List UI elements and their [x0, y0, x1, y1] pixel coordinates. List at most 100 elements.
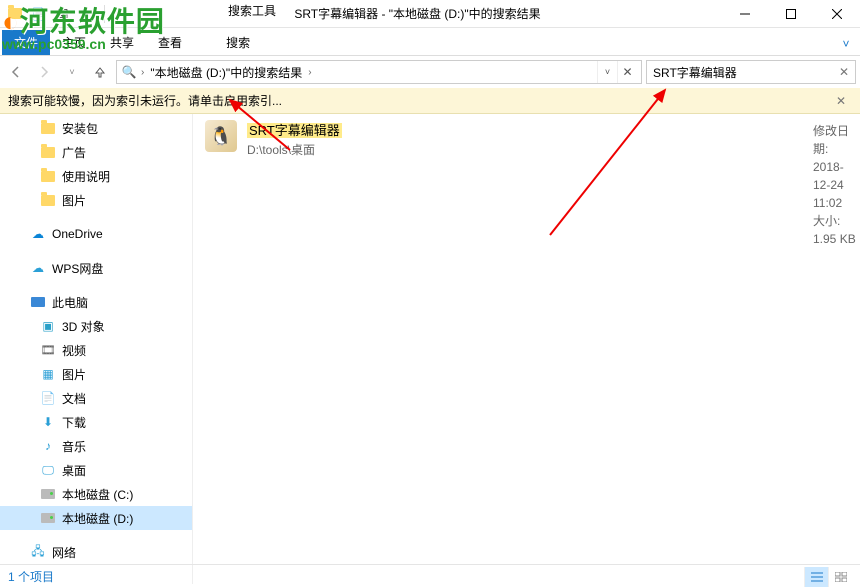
tree-item-label: 文档 [62, 390, 86, 407]
tree-item[interactable]: 使用说明 [0, 164, 192, 188]
tree-item[interactable]: ▦ 图片 [0, 362, 192, 386]
ribbon-expand-icon[interactable]: ˅ [832, 37, 860, 55]
tree-item[interactable]: ♪ 音乐 [0, 434, 192, 458]
tree-item-label: 3D 对象 [62, 318, 105, 335]
content-area[interactable]: 🐧 SRT字幕编辑器 D:\tools\桌面 修改日期: 2018-12-24 … [193, 114, 860, 584]
result-path: D:\tools\桌面 [247, 141, 342, 158]
explorer-icon[interactable] [4, 3, 26, 25]
tree-item-label: 本地磁盘 (D:) [62, 510, 133, 527]
nav-forward-button[interactable] [32, 60, 56, 84]
tree-item[interactable]: ⬇ 下载 [0, 410, 192, 434]
window-controls [722, 0, 860, 28]
tree-item-label: 下载 [62, 414, 86, 431]
tree-item-icon [40, 192, 56, 208]
tree-item[interactable]: ☁ WPS网盘 [0, 256, 192, 280]
size-value: 1.95 KB [813, 232, 856, 246]
tree-item[interactable]: ☁ OneDrive [0, 222, 192, 246]
tab-view[interactable]: 查看 [146, 30, 194, 55]
tree-item-icon [30, 294, 46, 310]
tree-item-label: 本地磁盘 (C:) [62, 486, 133, 503]
qat-properties-icon[interactable]: 📄 [28, 3, 50, 25]
tree-item[interactable]: 图片 [0, 188, 192, 212]
title-bar: 📄 ☑ ▾ 搜索工具 SRT字幕编辑器 - "本地磁盘 (D:)"中的搜索结果 [0, 0, 860, 28]
search-text: SRT字幕编辑器 [653, 64, 839, 81]
tree-item-label: 网络 [52, 544, 76, 561]
tree-item-icon: ♪ [40, 438, 56, 454]
ribbon-tabs: 文件 主页 共享 查看 搜索 ˅ [0, 28, 860, 56]
tree-item-label: 音乐 [62, 438, 86, 455]
quick-access-toolbar: 📄 ☑ ▾ [0, 3, 113, 25]
info-bar[interactable]: 搜索可能较慢，因为索引未运行。请单击启用索引... ✕ [0, 88, 860, 114]
tree-item-icon [40, 510, 56, 526]
qat-new-folder-icon[interactable]: ☑ [52, 3, 74, 25]
status-bar: 1 个项目 [0, 564, 860, 588]
search-location-icon: 🔍 [121, 64, 137, 80]
size-label: 大小: [813, 214, 840, 228]
tree-item-icon [40, 144, 56, 160]
tab-home[interactable]: 主页 [50, 30, 98, 55]
tree-item-icon [40, 120, 56, 136]
body: 安装包广告使用说明图片 ☁ OneDrive ☁ WPS网盘此电脑 ▣ 3D 对象 🎞视频 ▦ 图… [0, 114, 860, 584]
nav-back-button[interactable] [4, 60, 28, 84]
tree-item-icon [40, 486, 56, 502]
navigation-pane[interactable]: 安装包广告使用说明图片 ☁ OneDrive ☁ WPS网盘此电脑 ▣ 3D 对象 🎞视频 ▦ 图… [0, 114, 193, 584]
tree-item[interactable]: ▣ 3D 对象 [0, 314, 192, 338]
result-file-icon: 🐧 [205, 120, 237, 152]
maximize-button[interactable] [768, 0, 814, 28]
tree-item-icon: 🖧 [30, 544, 46, 560]
tree-item-label: 广告 [62, 144, 86, 161]
date-label: 修改日期: [813, 124, 849, 156]
tab-share[interactable]: 共享 [98, 30, 146, 55]
search-input[interactable]: SRT字幕编辑器 ✕ [646, 60, 856, 84]
tree-item[interactable]: 🖵桌面 [0, 458, 192, 482]
tree-item[interactable]: 🎞视频 [0, 338, 192, 362]
file-menu[interactable]: 文件 [2, 30, 50, 55]
tree-item-icon: ⬇ [40, 414, 56, 430]
tree-item-icon: ▦ [40, 366, 56, 382]
tree-item-icon: ☁ [30, 260, 46, 276]
tree-item[interactable]: 🖧 网络 [0, 540, 192, 564]
tree-item-label: 此电脑 [52, 294, 88, 311]
item-count: 1 个项目 [8, 568, 54, 585]
tree-item[interactable]: 📄 文档 [0, 386, 192, 410]
tree-item[interactable]: 本地磁盘 (D:) [0, 506, 192, 530]
tree-item-label: 安装包 [62, 120, 98, 137]
search-tools-label: 搜索工具 [228, 2, 276, 19]
view-details-button[interactable] [804, 567, 828, 587]
chevron-right-icon[interactable]: › [137, 67, 148, 78]
result-metadata: 修改日期: 2018-12-24 11:02 大小: 1.95 KB [813, 122, 860, 248]
tree-item[interactable]: 本地磁盘 (C:) [0, 482, 192, 506]
search-result-item[interactable]: 🐧 SRT字幕编辑器 D:\tools\桌面 [205, 120, 342, 578]
tree-item[interactable]: 广告 [0, 140, 192, 164]
address-dropdown-icon[interactable]: ˅ [597, 61, 617, 83]
tree-item-label: 图片 [62, 366, 86, 383]
tree-item-icon: 🖵 [40, 462, 56, 478]
result-text: SRT字幕编辑器 D:\tools\桌面 [247, 120, 342, 578]
tree-item-icon: ☁ [30, 226, 46, 242]
chevron-right-icon[interactable]: › [304, 67, 315, 78]
search-tools-contextual: 搜索工具 [228, 2, 276, 19]
clear-search-button[interactable]: ✕ [617, 61, 637, 83]
tree-item-icon: ▣ [40, 318, 56, 334]
breadcrumb[interactable]: "本地磁盘 (D:)"中的搜索结果 [148, 64, 304, 81]
tree-item[interactable]: 此电脑 [0, 290, 192, 314]
tree-item-label: 使用说明 [62, 168, 110, 185]
view-large-icons-button[interactable] [828, 567, 852, 587]
tree-item-label: OneDrive [52, 227, 103, 241]
clear-search-icon[interactable]: ✕ [839, 65, 849, 79]
tree-item[interactable]: 安装包 [0, 116, 192, 140]
tree-item-icon: 🎞 [40, 342, 56, 358]
nav-up-button[interactable] [88, 60, 112, 84]
info-bar-close-icon[interactable]: ✕ [830, 94, 852, 108]
address-bar[interactable]: 🔍 › "本地磁盘 (D:)"中的搜索结果 › ˅ ✕ [116, 60, 642, 84]
qat-dropdown-icon[interactable]: ▾ [76, 3, 98, 25]
tree-item-label: WPS网盘 [52, 260, 103, 277]
tree-item-icon: 📄 [40, 390, 56, 406]
result-name: SRT字幕编辑器 [247, 123, 342, 138]
tab-search[interactable]: 搜索 [214, 30, 262, 55]
window-title: SRT字幕编辑器 - "本地磁盘 (D:)"中的搜索结果 [113, 5, 722, 22]
tree-item-label: 图片 [62, 192, 86, 209]
close-button[interactable] [814, 0, 860, 28]
nav-recent-dropdown-icon[interactable]: ˅ [60, 60, 84, 84]
minimize-button[interactable] [722, 0, 768, 28]
